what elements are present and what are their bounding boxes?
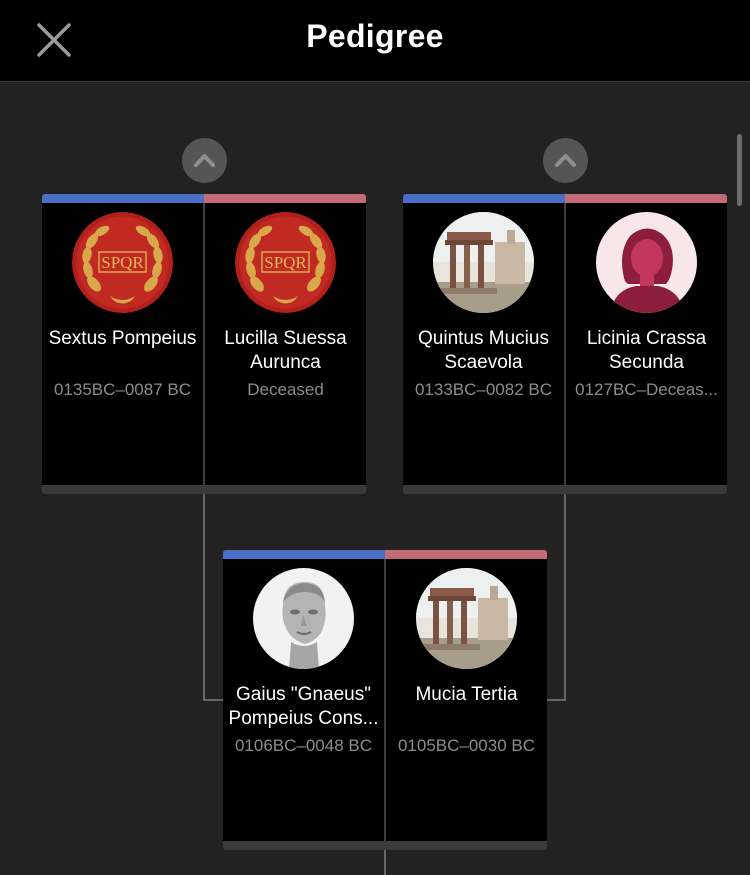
svg-text:SPQR: SPQR: [264, 253, 307, 272]
person-dates: 0133BC–0082 BC: [414, 380, 553, 399]
connector-maternal-horizontal: [547, 699, 566, 701]
scrollbar[interactable]: [737, 134, 742, 206]
person-card-lucilla-suessa-aurunca[interactable]: SPQR Lucilla Suessa Aurunca Deceased: [205, 203, 366, 485]
expand-ancestors-maternal-button[interactable]: [543, 138, 588, 183]
avatar-spqr-emblem: SPQR: [235, 212, 336, 313]
person-name: Lucilla Suessa Aurunca: [224, 328, 347, 373]
avatar-marble-bust: [253, 568, 354, 669]
female-color-bar: [385, 550, 547, 559]
connector-paternal-vertical: [203, 491, 205, 701]
chevron-up-icon: [555, 154, 576, 167]
chevron-up-icon: [194, 154, 215, 167]
connector-maternal-vertical: [564, 491, 566, 701]
card-footer: [42, 485, 366, 494]
connector-descendant-vertical: [384, 848, 386, 875]
pedigree-canvas[interactable]: SPQR Sextus Pompeius 0135BC–0087 BC SPQR…: [0, 82, 750, 875]
person-dates: 0106BC–0048 BC: [234, 736, 373, 755]
person-card-gaius-gnaeus-pompeius[interactable]: Gaius "Gnaeus" Pompeius Cons... 0106BC–0…: [223, 559, 384, 841]
person-name: Quintus Mucius Scaevola: [418, 328, 549, 373]
person-dates: 0105BC–0030 BC: [397, 736, 536, 755]
card-footer: [223, 841, 547, 850]
person-name: Licinia Crassa Secunda: [586, 328, 707, 373]
person-name: Sextus Pompeius: [48, 328, 197, 349]
card-footer: [403, 485, 727, 494]
person-name: Mucia Tertia: [415, 684, 518, 705]
person-card-sextus-pompeius[interactable]: SPQR Sextus Pompeius 0135BC–0087 BC: [42, 203, 203, 485]
couple-card-paternal-grandparents: SPQR Sextus Pompeius 0135BC–0087 BC SPQR…: [42, 194, 366, 494]
male-color-bar: [403, 194, 565, 203]
avatar-forum-ruins: [433, 212, 534, 313]
svg-text:SPQR: SPQR: [101, 253, 144, 272]
female-color-bar: [204, 194, 366, 203]
avatar-forum-ruins: [416, 568, 517, 669]
avatar-spqr-emblem: SPQR: [72, 212, 173, 313]
person-card-quintus-mucius-scaevola[interactable]: Quintus Mucius Scaevola 0133BC–0082 BC: [403, 203, 564, 485]
couple-card-parents: Gaius "Gnaeus" Pompeius Cons... 0106BC–0…: [223, 550, 547, 850]
female-color-bar: [565, 194, 727, 203]
couple-card-maternal-grandparents: Quintus Mucius Scaevola 0133BC–0082 BC L…: [403, 194, 727, 494]
person-card-licinia-crassa-secunda[interactable]: Licinia Crassa Secunda 0127BC–Deceas...: [566, 203, 727, 485]
male-color-bar: [42, 194, 204, 203]
person-card-mucia-tertia[interactable]: Mucia Tertia 0105BC–0030 BC: [386, 559, 547, 841]
person-dates: 0135BC–0087 BC: [53, 380, 192, 399]
connector-paternal-horizontal: [203, 699, 224, 701]
expand-ancestors-paternal-button[interactable]: [182, 138, 227, 183]
page-title: Pedigree: [306, 18, 444, 54]
top-bar: Pedigree: [0, 0, 750, 82]
person-dates: Deceased: [247, 380, 324, 399]
avatar-female-silhouette: [596, 212, 697, 313]
person-dates: 0127BC–Deceas...: [575, 380, 718, 399]
male-color-bar: [223, 550, 385, 559]
person-name: Gaius "Gnaeus" Pompeius Cons...: [228, 684, 379, 729]
